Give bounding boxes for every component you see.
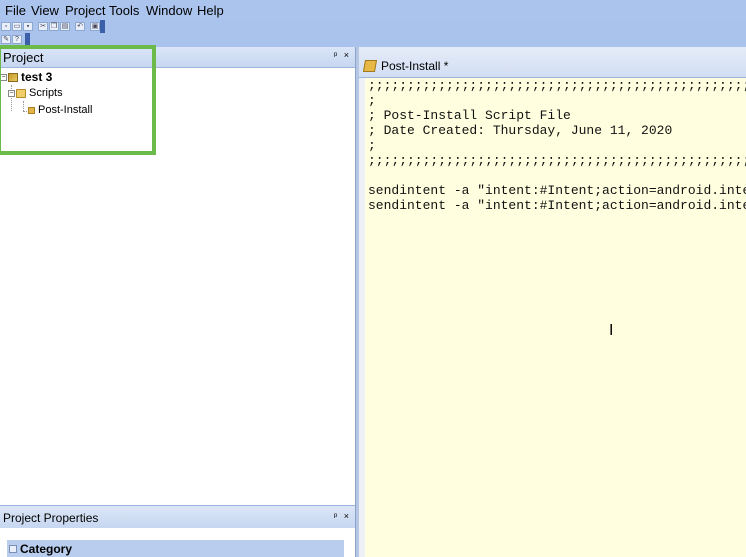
collapse-icon[interactable]: − [0,73,7,81]
tree-node-label: Scripts [29,87,63,99]
project-properties-panel: Project Properties ᵖ × Category [0,505,355,557]
code-line: ; Date Created: Thursday, June 11, 2020 [368,123,673,138]
new-project-icon[interactable]: ▫ [1,22,11,31]
menu-tools[interactable]: Tools [109,3,139,18]
tree-node-scripts-folder[interactable]: − Scripts [8,85,63,101]
code-line: ;;;;;;;;;;;;;;;;;;;;;;;;;;;;;;;;;;;;;;;;… [368,153,746,168]
undo-icon[interactable]: ↶ [75,22,85,31]
menu-window[interactable]: Window [146,3,192,18]
project-panel-header: Project ᵖ × [0,47,355,68]
script-file-icon [362,60,378,72]
editor-gutter [359,78,365,557]
editor-area: Post-Install * ;;;;;;;;;;;;;;;;;;;;;;;;;… [359,47,746,557]
toolbar-separator [71,22,74,31]
toolbar-row-2: ✎ ? [1,35,22,46]
category-group-header[interactable]: Category [7,540,344,557]
panel-pin-close-buttons[interactable]: ᵖ × [334,50,351,60]
toolbar-grip-handle[interactable] [25,33,30,46]
paste-icon[interactable]: ▤ [60,22,70,31]
code-line: ; [368,93,376,108]
folder-icon [16,88,26,98]
panel-pin-close-buttons[interactable]: ᵖ × [334,511,351,521]
code-editor[interactable]: ;;;;;;;;;;;;;;;;;;;;;;;;;;;;;;;;;;;;;;;;… [365,78,746,557]
project-properties-title: Project Properties [3,511,99,525]
code-line: ; Post-Install Script File [368,108,571,123]
tree-node-post-install[interactable]: Post-Install [28,102,92,118]
toolbar-separator [34,22,37,31]
copy-icon[interactable]: ❐ [49,22,59,31]
code-line: ;;;;;;;;;;;;;;;;;;;;;;;;;;;;;;;;;;;;;;;;… [368,78,746,93]
tab-post-install[interactable]: Post-Install * [362,56,449,76]
properties-icon[interactable]: ✎ [1,35,11,44]
code-line: sendintent -a "intent:#Intent;action=and… [368,198,746,213]
text-cursor-icon: I [609,321,614,339]
menu-project[interactable]: Project [65,3,105,18]
toolbar-row-1: ▫ ▭ ▪ ✂ ❐ ▤ ↶ ▣ [1,22,100,33]
project-panel-title: Project [3,50,44,65]
code-line: ; [368,138,376,153]
toolbar-separator [86,22,89,31]
collapse-icon[interactable]: − [8,89,15,97]
menu-view[interactable]: View [31,3,59,18]
category-icon [9,544,17,553]
tree-node-label: test 3 [21,70,53,84]
toolbar-grip-handle[interactable] [100,20,105,33]
category-label: Category [20,541,73,556]
build-icon[interactable]: ▣ [90,22,100,31]
tree-node-label: Post-Install [38,104,93,116]
open-icon[interactable]: ▭ [12,22,22,31]
menu-file[interactable]: File [5,3,26,18]
tab-label: Post-Install * [381,59,449,73]
cut-icon[interactable]: ✂ [38,22,48,31]
menu-bar: File View Project Tools Window Help [0,0,746,20]
code-line: sendintent -a "intent:#Intent;action=and… [368,183,746,198]
toolbar: ▫ ▭ ▪ ✂ ❐ ▤ ↶ ▣ ✎ ? [0,20,110,46]
tree-node-project[interactable]: − test 3 [0,69,52,85]
project-panel: Project ᵖ × − test 3 − Scripts Post-Inst… [0,47,355,505]
tree-connector [23,101,24,111]
project-icon [8,72,18,82]
help-icon[interactable]: ? [12,35,22,44]
script-file-icon [28,106,35,114]
document-tab-bar: Post-Install * [359,47,746,78]
save-icon[interactable]: ▪ [23,22,33,31]
menu-help[interactable]: Help [197,3,224,18]
project-properties-header: Project Properties ᵖ × [0,505,355,528]
